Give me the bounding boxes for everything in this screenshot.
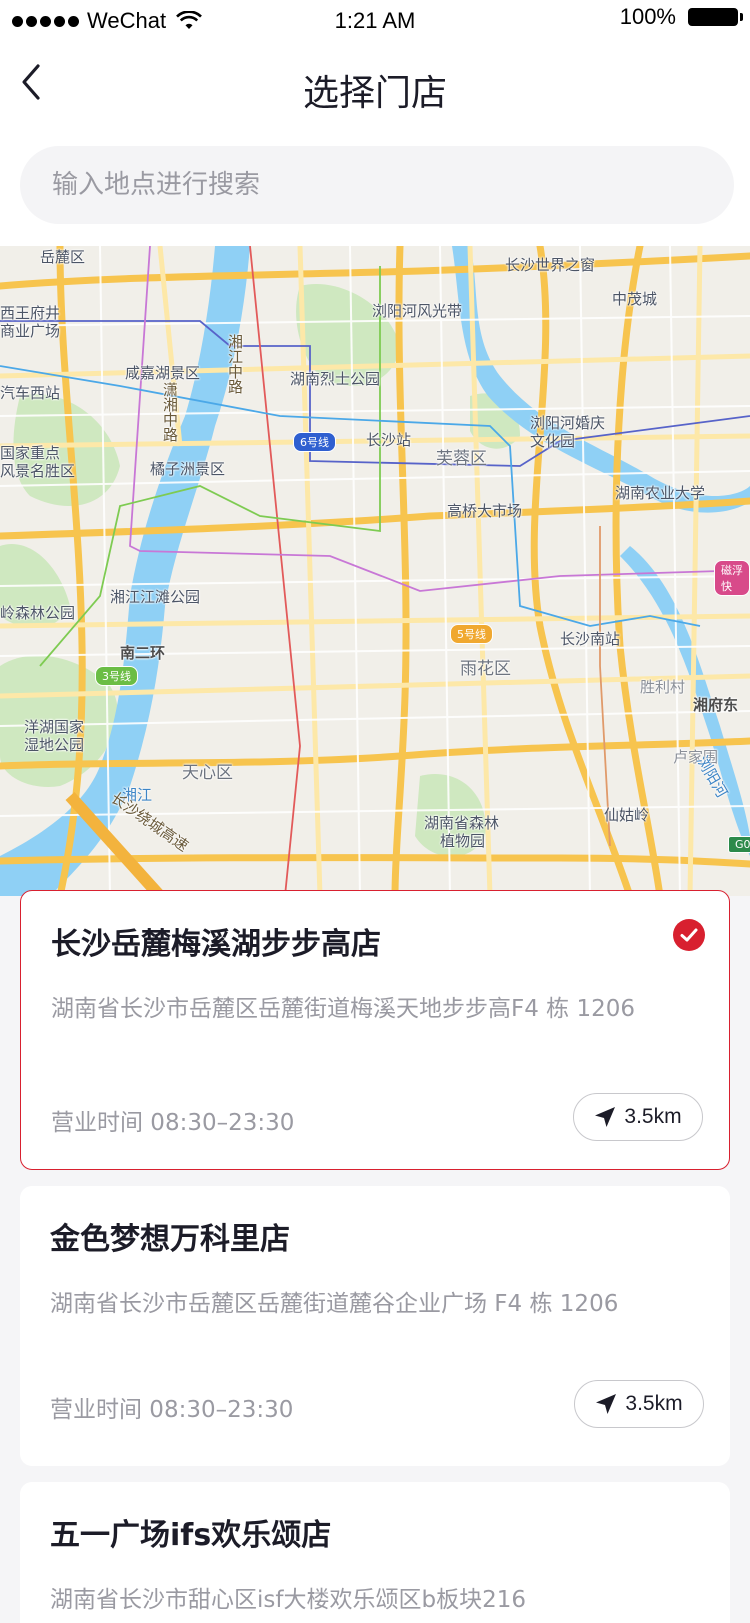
map-label: 芙蓉区	[436, 449, 487, 469]
map-label: 汽车西站	[0, 384, 61, 402]
store-address: 湖南省长沙市甜心区isf大楼欢乐颂区b板块216	[50, 1587, 526, 1613]
map-label: 文化园	[530, 432, 576, 450]
metro-badge: 磁浮快	[714, 560, 750, 596]
map-label: 天心区	[182, 763, 233, 783]
store-card[interactable]: 金色梦想万科里店 湖南省长沙市岳麓区岳麓街道麓谷企业广场 F4 栋 1206 营…	[20, 1186, 730, 1466]
map-label: 咸嘉湖景区	[125, 364, 201, 382]
store-address: 湖南省长沙市岳麓区岳麓街道梅溪天地步步高F4 栋 1206	[51, 996, 636, 1022]
map-label: 仙姑岭	[604, 806, 650, 824]
map-label: 中茂城	[612, 290, 658, 308]
store-name: 五一广场ifs欢乐颂店	[50, 1518, 332, 1553]
metro-badge: 3号线	[95, 666, 138, 686]
map-label: 商业广场	[0, 322, 61, 340]
store-name: 金色梦想万科里店	[50, 1222, 290, 1257]
search-input[interactable]	[20, 146, 734, 224]
map-label: 湘江江滩公园	[110, 588, 201, 606]
map-label: 潇湘中路	[161, 382, 179, 442]
store-card-selected[interactable]: 长沙岳麓梅溪湖步步高店 湖南省长沙市岳麓区岳麓街道梅溪天地步步高F4 栋 120…	[20, 890, 730, 1170]
status-bar: WeChat 1:21 AM 100%	[0, 0, 750, 40]
map-label: 岳麓区	[40, 248, 86, 266]
store-distance: 3.5km	[624, 1105, 682, 1128]
map-label: 湖南烈士公园	[290, 370, 381, 388]
store-name: 长沙岳麓梅溪湖步步高店	[51, 927, 381, 962]
page-title: 选择门店	[302, 73, 447, 114]
navigate-button[interactable]: 3.5km	[574, 1380, 704, 1428]
navigation-arrow-icon	[596, 1394, 617, 1414]
map-label: 风景名胜区	[0, 462, 76, 480]
map-label: 植物园	[440, 832, 486, 850]
store-distance: 3.5km	[625, 1392, 683, 1415]
search-bar	[0, 136, 750, 246]
metro-badge: 6号线	[293, 432, 336, 452]
map-label: 浏阳河风光带	[372, 302, 463, 320]
navigate-button[interactable]: 3.5km	[573, 1093, 703, 1141]
battery-percent: 100%	[619, 4, 676, 29]
map-label: 湖南农业大学	[615, 484, 706, 502]
map-label: 长沙世界之窗	[505, 256, 596, 274]
map-label: 胜利村	[640, 678, 686, 696]
map-label: 高桥大市场	[447, 502, 523, 520]
navigation-arrow-icon	[595, 1107, 616, 1127]
metro-badge: 5号线	[450, 624, 493, 644]
map-label: 湿地公园	[24, 736, 85, 754]
highway-badge: G0	[728, 836, 750, 853]
check-circle-icon	[673, 919, 705, 951]
battery-icon	[688, 8, 743, 26]
status-right: 100%	[619, 4, 743, 30]
store-hours: 营业时间 08:30–23:30	[51, 1110, 295, 1136]
store-address: 湖南省长沙市岳麓区岳麓街道麓谷企业广场 F4 栋 1206	[50, 1291, 619, 1317]
map-label: 湘府东	[693, 696, 739, 714]
nav-bar: 选择门店	[0, 40, 750, 136]
map-label: 南二环	[120, 644, 166, 662]
store-card[interactable]: 五一广场ifs欢乐颂店 湖南省长沙市甜心区isf大楼欢乐颂区b板块216	[20, 1482, 730, 1623]
map-label: 长沙南站	[560, 630, 621, 648]
map-label: 橘子洲景区	[150, 460, 226, 478]
map-label: 湘江中路	[226, 334, 244, 394]
store-map[interactable]: 岳麓区 长沙世界之窗 西王府井 商业广场 中茂城 浏阳河风光带 咸嘉湖景区 湖南…	[0, 246, 750, 896]
map-label: 岭森林公园	[0, 604, 76, 622]
map-label: 长沙站	[366, 431, 412, 449]
map-label: 雨花区	[460, 659, 511, 679]
store-hours: 营业时间 08:30–23:30	[50, 1397, 294, 1423]
